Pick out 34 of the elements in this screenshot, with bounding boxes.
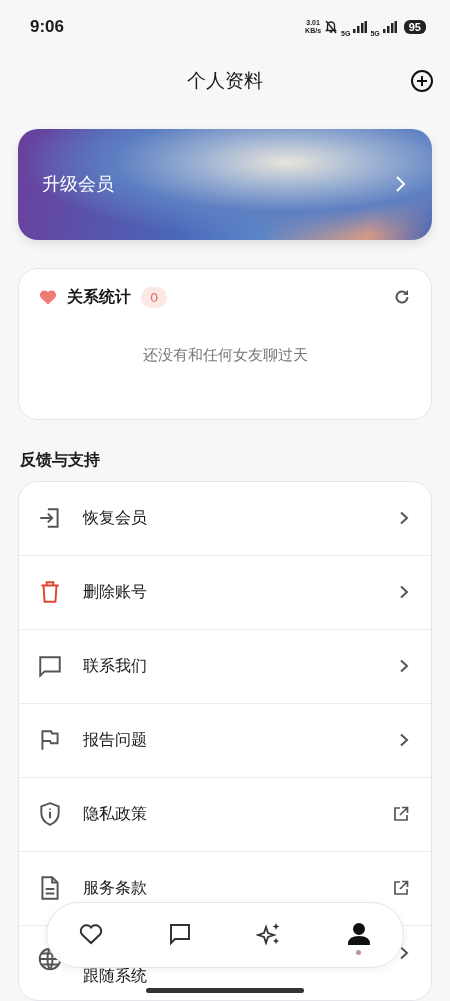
- menu-item[interactable]: 删除账号: [19, 555, 431, 630]
- menu-item[interactable]: 隐私政策: [19, 777, 431, 852]
- menu-label: 跟随系统: [83, 965, 148, 987]
- signal-icon: [382, 20, 397, 33]
- menu-item[interactable]: 恢复会员: [19, 481, 431, 556]
- banner-label: 升级会员: [42, 172, 114, 197]
- section-title: 反馈与支持: [20, 449, 101, 471]
- menu-label: 服务条款: [83, 877, 148, 899]
- menu-label: 恢复会员: [83, 507, 148, 529]
- chevron-icon: [399, 945, 409, 960]
- muted-bell-icon: [324, 19, 339, 34]
- page-title: 个人资料: [187, 68, 263, 94]
- external-link-icon: [393, 806, 409, 823]
- battery-level: 95: [403, 19, 426, 34]
- signal-icon: [353, 20, 368, 33]
- add-icon[interactable]: [410, 69, 434, 94]
- chevron-icon: [399, 733, 409, 748]
- menu-label: 删除账号: [83, 581, 148, 603]
- stats-title: 关系统计: [67, 286, 131, 308]
- chevron-icon: [399, 659, 409, 674]
- chevron-icon: [399, 511, 409, 526]
- menu-label: 联系我们: [83, 655, 148, 677]
- empty-message: 还没有和任何女友聊过天: [141, 345, 309, 365]
- heart-icon: [39, 289, 57, 306]
- chevron-icon: [399, 585, 409, 600]
- menu-item[interactable]: 报告问题: [19, 703, 431, 778]
- chevron-icon: [394, 175, 406, 194]
- upgrade-banner[interactable]: 升级会员: [18, 128, 432, 240]
- external-link-icon: [393, 880, 409, 897]
- count-badge: 0: [141, 286, 168, 308]
- menu-label: 报告问题: [83, 729, 148, 751]
- menu-item[interactable]: 联系我们: [19, 629, 431, 704]
- menu-label: 隐私政策: [83, 803, 148, 825]
- status-time: 9:06: [30, 16, 65, 37]
